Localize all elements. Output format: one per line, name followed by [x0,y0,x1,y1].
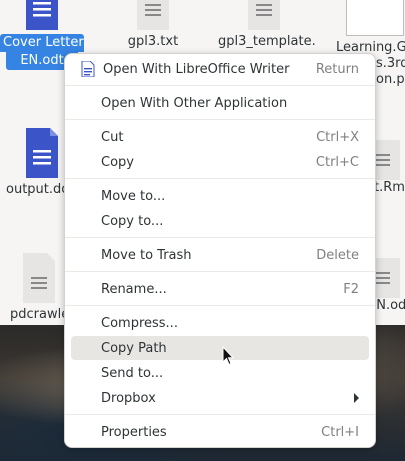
menu-item-label: Move to... [101,188,166,204]
menu-item-label: Dropbox [101,390,156,406]
libreoffice-writer-icon [81,60,95,78]
menu-separator [65,414,375,415]
menu-separator [65,178,375,179]
file-label: gpl3.txt [127,34,179,49]
menu-item-open-with-writer[interactable]: Open With LibreOffice Writer Return [71,57,369,81]
menu-item-label: Copy to... [101,213,164,229]
menu-item-label: Move to Trash [101,247,192,263]
menu-item-label: Send to... [101,365,164,381]
file-item-gpl3-template[interactable]: gpl3_template. [218,0,316,50]
context-menu: Open With LibreOffice Writer Return Open… [64,53,376,448]
menu-separator [65,305,375,306]
menu-item-rename[interactable]: Rename... F2 [71,277,369,301]
text-file-icon [244,0,284,30]
text-file-icon [133,0,173,30]
file-label: gpl3_template. [218,34,316,49]
menu-item-send-to[interactable]: Send to... [71,361,369,385]
file-label: Cover Letter [0,34,84,52]
menu-item-copy-path[interactable]: Copy Path [71,336,369,360]
menu-separator [65,85,375,86]
menu-item-accel: Ctrl+C [315,154,359,170]
mouse-pointer-icon [222,345,235,366]
file-item-gpl3-txt[interactable]: gpl3.txt [118,0,188,50]
text-file-icon [19,253,59,303]
menu-separator [65,119,375,120]
menu-item-label: Cut [101,129,124,145]
menu-item-accel: Ctrl+X [316,129,359,145]
submenu-arrow-icon [354,393,359,403]
menu-item-label: Open With Other Application [101,95,288,111]
menu-item-copy-to[interactable]: Copy to... [71,209,369,233]
menu-item-move-to-trash[interactable]: Move to Trash Delete [71,243,369,267]
writer-doc-icon [22,0,62,30]
menu-item-label: Rename... [101,281,167,297]
menu-item-label: Copy [101,154,134,170]
menu-item-label: Compress... [101,315,178,331]
menu-item-dropbox[interactable]: Dropbox [71,386,369,410]
menu-item-compress[interactable]: Compress... [71,311,369,335]
menu-item-accel: F2 [343,281,359,297]
menu-item-label: Properties [101,424,167,440]
menu-item-copy[interactable]: Copy Ctrl+C [71,150,369,174]
menu-separator [65,271,375,272]
writer-doc-icon [22,128,62,178]
menu-item-label: Open With LibreOffice Writer [103,61,290,77]
menu-separator [65,237,375,238]
menu-item-accel: Return [315,61,359,77]
menu-item-properties[interactable]: Properties Ctrl+I [71,420,369,444]
menu-item-accel: Ctrl+I [321,424,359,440]
menu-item-accel: Delete [316,247,359,263]
menu-item-cut[interactable]: Cut Ctrl+X [71,125,369,149]
menu-item-open-with-other[interactable]: Open With Other Application [71,91,369,115]
menu-item-move-to[interactable]: Move to... [71,184,369,208]
pdf-file-icon [346,0,404,36]
